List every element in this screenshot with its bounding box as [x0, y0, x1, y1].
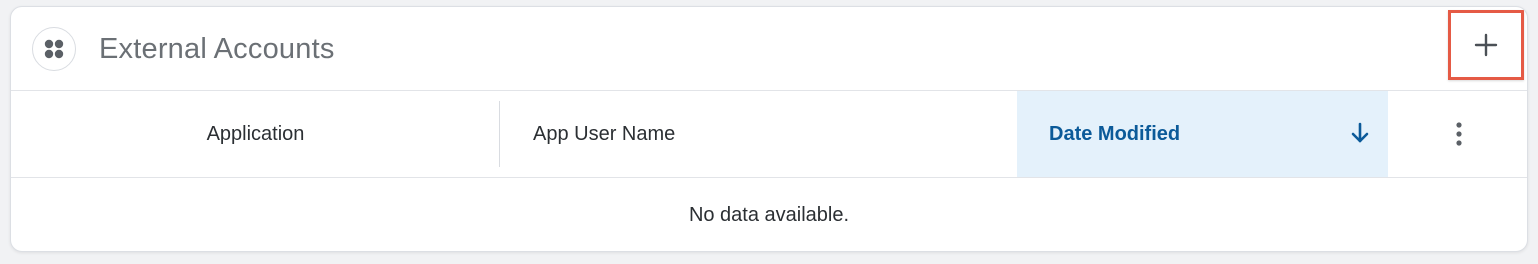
grid-dots-icon [32, 27, 76, 71]
column-actions-cell [1388, 91, 1527, 177]
external-accounts-panel: External Accounts Application App User N… [10, 6, 1528, 252]
kebab-menu-icon[interactable] [1449, 119, 1469, 149]
panel-title: External Accounts [99, 33, 335, 65]
column-header-date-modified[interactable]: Date Modified [1017, 91, 1388, 177]
arrow-down-icon[interactable] [1351, 122, 1369, 150]
table-header-row: Application App User Name Date Modified [11, 91, 1527, 178]
column-header-application[interactable]: Application [11, 91, 500, 177]
column-header-date-modified-label: Date Modified [1049, 122, 1181, 145]
panel-header: External Accounts [11, 7, 1527, 91]
empty-state-message: No data available. [688, 203, 850, 226]
add-account-button[interactable] [1448, 10, 1524, 80]
column-header-app-user-name[interactable]: App User Name [500, 91, 1017, 177]
